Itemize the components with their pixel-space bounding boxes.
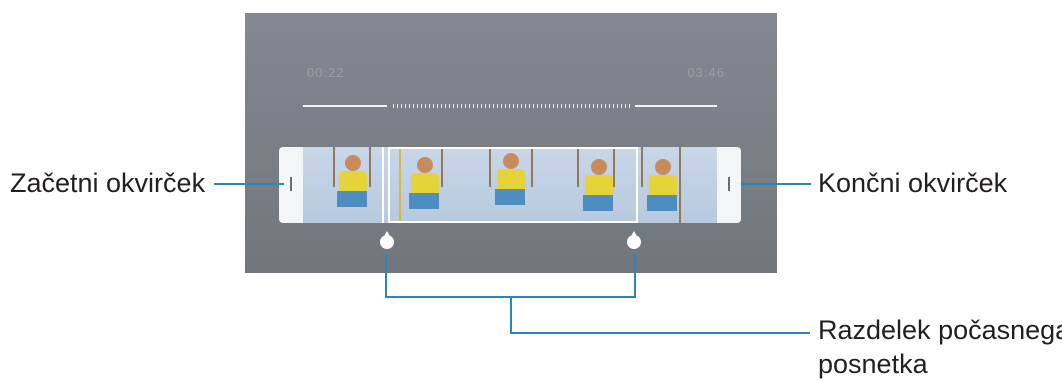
slow-motion-range-indicator bbox=[393, 104, 633, 108]
playhead-line[interactable] bbox=[382, 147, 384, 223]
slow-motion-selection[interactable] bbox=[388, 147, 638, 223]
callout-line-start bbox=[214, 183, 284, 185]
progress-remaining bbox=[635, 105, 717, 107]
thumbnail-frame bbox=[303, 147, 385, 223]
progress-played bbox=[303, 105, 387, 107]
callout-line-end bbox=[741, 183, 811, 185]
end-frame-callout: Končni okvirček bbox=[818, 168, 1008, 198]
slow-motion-start-pin[interactable] bbox=[380, 231, 394, 249]
grip-icon bbox=[290, 177, 292, 191]
end-frame-handle[interactable] bbox=[717, 147, 741, 223]
slow-motion-end-pin[interactable] bbox=[627, 231, 641, 249]
playback-progress-bar[interactable] bbox=[303, 103, 717, 109]
start-frame-handle[interactable] bbox=[279, 147, 303, 223]
start-frame-callout: Začetni okvirček bbox=[10, 168, 206, 198]
video-preview bbox=[245, 13, 777, 273]
video-editor-screen: 00:22 03:46 bbox=[245, 13, 777, 273]
callout-line-1: Razdelek počasnega bbox=[818, 315, 1062, 345]
thumbnail-frame bbox=[631, 147, 717, 223]
bracket-stem bbox=[510, 296, 512, 334]
start-time-label: 00:22 bbox=[307, 65, 345, 80]
callout-line-range bbox=[510, 332, 810, 334]
end-time-label: 03:46 bbox=[687, 65, 725, 80]
slow-motion-section-callout: Razdelek počasnega posnetka bbox=[818, 313, 1062, 381]
callout-line-2: posnetka bbox=[818, 349, 928, 379]
bracket-right bbox=[634, 254, 636, 298]
grip-icon bbox=[728, 177, 730, 191]
frame-filmstrip[interactable] bbox=[279, 147, 741, 223]
bracket-left bbox=[385, 254, 387, 298]
